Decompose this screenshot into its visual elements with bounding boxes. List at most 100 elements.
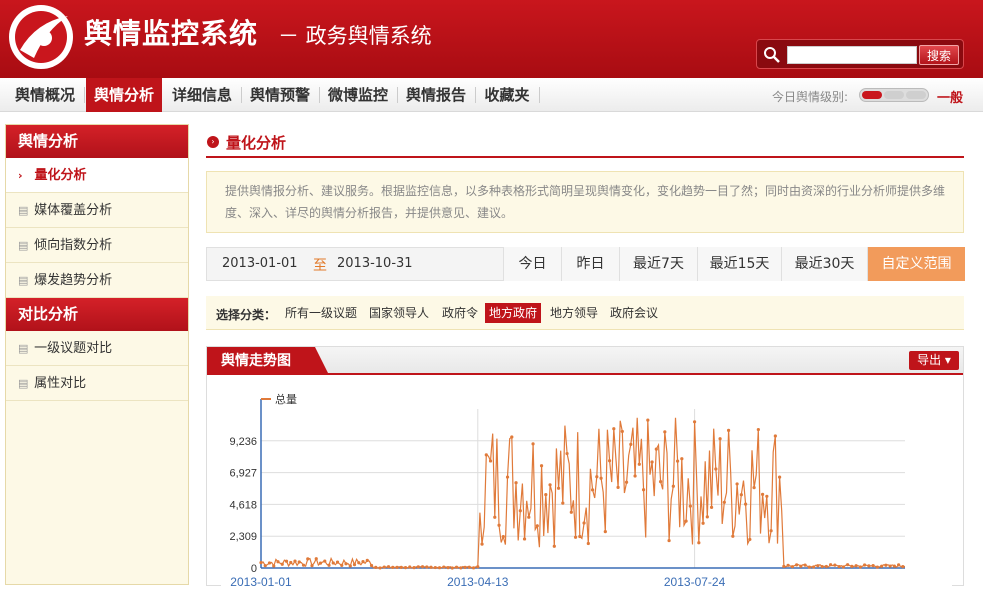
category-item-active[interactable]: 地方政府 (485, 303, 542, 323)
intro-text: 提供舆情报分析、建议服务。根据监控信息，以多种表格形式简明呈现舆情变化，变化趋势… (206, 171, 964, 233)
series-point (425, 565, 429, 569)
category-item[interactable]: 政府会议 (606, 303, 662, 323)
series-point (323, 559, 327, 563)
series-point (803, 563, 807, 567)
series-point (510, 435, 514, 439)
range-30days-button[interactable]: 最近30天 (781, 247, 867, 281)
series-point (280, 562, 284, 566)
nav-item-analysis[interactable]: 舆情分析 (86, 78, 162, 112)
nav-item-overview[interactable]: 舆情概况 (7, 78, 83, 112)
nav-item-alerts[interactable]: 舆情预警 (242, 78, 318, 112)
series-point (675, 459, 680, 463)
series-point (795, 563, 799, 567)
series-point (782, 564, 786, 568)
sidebar-item-label: 量化分析 (34, 168, 87, 183)
sidebar-item-tendency-index[interactable]: ▤ 倾向指数分析 (6, 228, 188, 263)
document-icon: ▤ (18, 239, 29, 252)
series-point (641, 488, 646, 492)
series-point (420, 565, 425, 569)
app-header: 舆情监控系统 － 政务舆情系统 搜索 (0, 0, 983, 78)
sidebar-item-topic-compare[interactable]: ▤ 一级议题对比 (6, 331, 188, 366)
series-point (773, 434, 777, 438)
series-point (858, 565, 862, 569)
nav-item-weibo[interactable]: 微博监控 (320, 78, 396, 112)
series-point (476, 565, 480, 569)
series-point (267, 561, 272, 565)
series-point (348, 564, 352, 568)
series-point (667, 538, 671, 543)
range-7days-button[interactable]: 最近7天 (619, 247, 697, 281)
category-item[interactable]: 政府令 (438, 303, 482, 323)
series-point (344, 562, 348, 566)
series-point (437, 566, 442, 570)
category-item[interactable]: 所有一级议题 (281, 303, 361, 323)
search-button[interactable]: 搜索 (919, 45, 959, 65)
series-point (692, 420, 697, 424)
series-point (684, 519, 688, 523)
series-point (901, 565, 905, 569)
series-point (539, 464, 544, 468)
series-point (892, 564, 896, 568)
sidebar-group-title: 对比分析 (6, 298, 188, 331)
series-point (352, 563, 357, 567)
series-point (306, 557, 310, 561)
series-point (340, 563, 344, 567)
series-point (854, 564, 858, 568)
series-point (391, 565, 395, 569)
legend-label: 总量 (275, 392, 297, 406)
series-point (701, 521, 705, 525)
series-point (454, 565, 459, 569)
series-point (471, 566, 476, 570)
series-point (544, 492, 548, 497)
range-custom-button[interactable]: 自定义范围 (867, 247, 965, 281)
date-from[interactable]: 2013-01-01 (222, 256, 298, 271)
search-input[interactable] (787, 46, 917, 64)
level-label: 今日舆情级别: (772, 90, 849, 104)
series-point (565, 451, 569, 456)
series-point (658, 480, 663, 484)
nav-item-favorites[interactable]: 收藏夹 (476, 78, 538, 112)
series-point (743, 502, 748, 506)
level-segment (884, 91, 904, 99)
series-point (318, 561, 323, 565)
series-point (548, 483, 552, 487)
series-point (897, 563, 901, 567)
series-point (395, 565, 399, 569)
trend-chart: 0 2,309 4,618 6,927 9,236 2013-01-01 2013-04-1… (221, 389, 952, 589)
export-button[interactable]: 导出 ▾ (909, 351, 959, 370)
series-point (289, 560, 293, 565)
x-tick-label: 2013-04-13 (447, 575, 509, 589)
nav-item-details[interactable]: 详细信息 (164, 78, 240, 112)
series-point (335, 560, 340, 564)
y-tick-label: 2,309 (229, 531, 257, 543)
series-point (552, 544, 556, 548)
series-point (607, 459, 612, 463)
date-to[interactable]: 2013-10-31 (337, 256, 413, 271)
category-item[interactable]: 国家领导人 (365, 303, 433, 323)
series-point (884, 563, 888, 567)
series-point (531, 442, 535, 446)
sidebar-item-media-coverage[interactable]: ▤ 媒体覆盖分析 (6, 193, 188, 228)
nav-divider (84, 87, 85, 103)
range-today-button[interactable]: 今日 (503, 247, 561, 281)
series-point (812, 565, 816, 569)
series-point (361, 560, 365, 564)
sidebar-item-quantitative[interactable]: › 量化分析 (6, 158, 188, 193)
category-item[interactable]: 地方领导 (546, 303, 602, 323)
series-point (374, 565, 378, 569)
range-yesterday-button[interactable]: 昨日 (561, 247, 619, 281)
series-point (586, 541, 590, 546)
nav-item-reports[interactable]: 舆情报告 (398, 78, 474, 112)
series-point (467, 565, 471, 569)
page-title: 量化分析 (226, 134, 287, 152)
series-point (646, 418, 650, 422)
series-point (850, 564, 854, 568)
nav-divider (539, 87, 540, 103)
sidebar-group-title: 舆情分析 (6, 125, 188, 158)
sidebar-item-attribute-compare[interactable]: ▤ 属性对比 (6, 366, 188, 401)
sidebar-item-burst-trend[interactable]: ▤ 爆发趋势分析 (6, 263, 188, 298)
series-point (875, 565, 879, 569)
series-point (386, 565, 391, 569)
series-point (399, 565, 403, 569)
range-15days-button[interactable]: 最近15天 (697, 247, 781, 281)
